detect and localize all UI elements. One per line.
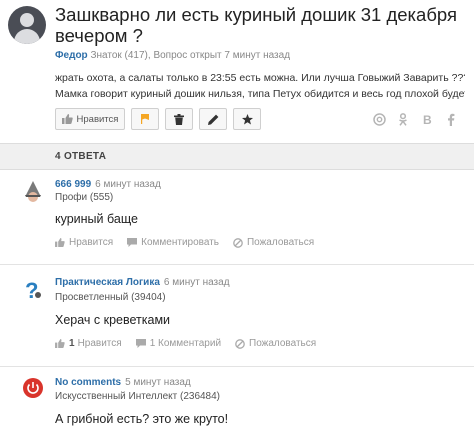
answer-like-button[interactable]: 1 Нравится bbox=[55, 338, 122, 349]
comment-icon bbox=[127, 238, 138, 247]
answer-text: куриный баще bbox=[55, 212, 138, 226]
question-author-link[interactable]: Федор bbox=[55, 50, 88, 61]
favorite-button[interactable] bbox=[131, 108, 159, 130]
answer-author-rank: Профи (555) bbox=[55, 192, 114, 203]
report-icon bbox=[233, 237, 243, 248]
like-button-label: Нравится bbox=[76, 113, 119, 125]
vk-share-icon[interactable]: B bbox=[420, 112, 434, 126]
question-author-avatar[interactable] bbox=[8, 6, 46, 44]
question-title: Зашкварно ли есть куриный дошик 31 декаб… bbox=[55, 4, 458, 46]
answer-like-count: 1 bbox=[69, 338, 75, 349]
answer-item: 666 999 6 минут назад Профи (555) куриный… bbox=[0, 170, 474, 262]
answer-time: 6 минут назад bbox=[163, 277, 230, 288]
question-actions: Нравится bbox=[55, 108, 267, 130]
delete-button[interactable] bbox=[165, 108, 193, 130]
pencil-icon bbox=[207, 114, 218, 125]
star-icon bbox=[241, 113, 253, 124]
answer-text: Херач с креветками bbox=[55, 313, 171, 327]
answer-report-label: Пожаловаться bbox=[246, 237, 315, 248]
answer-comment-label: Комментировать bbox=[141, 237, 219, 248]
thumbs-up-icon bbox=[55, 339, 65, 348]
answer-actions: Нравится Комментировать Пожаловаться bbox=[55, 237, 328, 248]
thumbs-up-icon bbox=[55, 238, 65, 247]
answer-report-button[interactable]: Пожаловаться bbox=[235, 338, 316, 349]
answer-comment-button[interactable]: Комментировать bbox=[127, 237, 219, 248]
answer-author-rank: Искусственный Интеллект (236484) bbox=[55, 391, 221, 402]
report-icon bbox=[235, 338, 245, 349]
question-author-rank: Знаток (417), bbox=[90, 50, 151, 61]
flag-icon bbox=[141, 114, 149, 124]
question-body-line-2: Мамка говорит куриный дошик нильзя, типа… bbox=[55, 88, 465, 100]
question-status: Вопрос открыт 7 минут назад bbox=[153, 50, 291, 61]
answer-report-button[interactable]: Пожаловаться bbox=[233, 237, 314, 248]
question-meta: Федор Знаток (417), Вопрос открыт 7 мину… bbox=[55, 50, 290, 61]
answers-count-bar: 4 ОТВЕТА bbox=[0, 143, 474, 170]
wizard-avatar[interactable] bbox=[22, 181, 44, 203]
like-button[interactable]: Нравится bbox=[55, 108, 125, 130]
thumbs-up-icon bbox=[61, 114, 73, 124]
answer-like-label: Нравится bbox=[69, 237, 114, 248]
answers-count: 4 ОТВЕТА bbox=[55, 151, 107, 162]
answer-author-link[interactable]: 666 999 6 минут назад bbox=[55, 179, 161, 190]
question-body: жрать охота, а салаты только в 23:55 ест… bbox=[55, 70, 465, 102]
svg-text:B: B bbox=[423, 113, 432, 125]
answer-author-link[interactable]: No comments 5 минут назад bbox=[55, 377, 191, 388]
facebook-share-icon[interactable] bbox=[444, 112, 458, 126]
answer-actions: 1 Нравится 1 Комментарий Пожаловаться bbox=[55, 338, 330, 349]
comment-icon bbox=[135, 339, 146, 348]
question-mark-avatar[interactable]: ? bbox=[22, 278, 44, 300]
star-button[interactable] bbox=[233, 108, 261, 130]
answer-author-link[interactable]: Практическая Логика 6 минут назад bbox=[55, 277, 230, 288]
answer-time: 6 минут назад bbox=[95, 179, 161, 190]
answer-item: No comments 5 минут назад Искусственный И… bbox=[0, 367, 474, 431]
answer-author-rank: Просветленный (39404) bbox=[55, 292, 166, 303]
answer-comment-button[interactable]: 1 Комментарий bbox=[135, 338, 222, 349]
answer-time: 5 минут назад bbox=[125, 377, 191, 388]
trash-icon bbox=[174, 113, 184, 125]
question-body-line-1: жрать охота, а салаты только в 23:55 ест… bbox=[55, 72, 465, 84]
answer-like-label: Нравится bbox=[77, 338, 122, 349]
answer-text: А грибной есть? это же круто! bbox=[55, 412, 229, 426]
edit-button[interactable] bbox=[199, 108, 227, 130]
mail-share-icon[interactable] bbox=[372, 112, 386, 126]
answer-report-label: Пожаловаться bbox=[249, 338, 317, 349]
odnoklassniki-share-icon[interactable] bbox=[396, 112, 410, 126]
power-avatar[interactable] bbox=[22, 377, 44, 399]
answer-like-button[interactable]: Нравится bbox=[55, 237, 113, 248]
answer-comment-label: 1 Комментарий bbox=[149, 338, 222, 349]
answer-item: ? Практическая Логика 6 минут назад Просв… bbox=[0, 265, 474, 363]
